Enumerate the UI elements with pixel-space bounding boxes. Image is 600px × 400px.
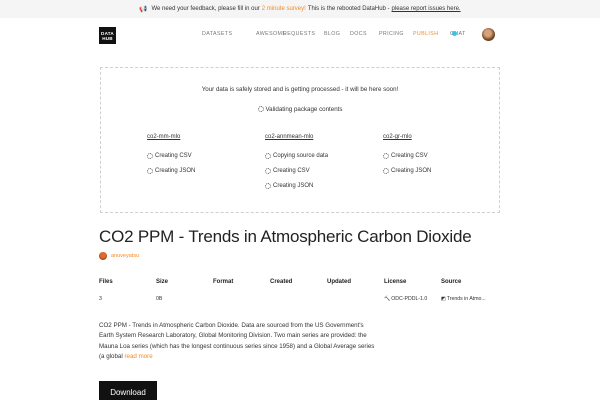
author-avatar <box>99 252 107 260</box>
spinner-icon <box>257 106 264 112</box>
spinner-icon <box>383 152 389 159</box>
author-name: anuveyatsu <box>111 253 140 259</box>
read-more-link[interactable]: read more <box>124 353 152 360</box>
spinner-icon <box>383 167 389 174</box>
nav-docs[interactable]: DOCS <box>350 31 367 37</box>
dataset-title: CO2 PPM - Trends in Atmospheric Carbon D… <box>99 227 472 246</box>
processing-status-panel: Your data is safely stored and is gettin… <box>100 67 500 213</box>
datahub-logo[interactable]: DATA HUB <box>99 27 116 44</box>
task-label: Creating CSV <box>155 152 192 159</box>
banner-text-2: This is the rebooted DataHub - <box>307 6 390 12</box>
resource-column: co2-annmean-mlo Copying source data Crea… <box>265 134 328 193</box>
license-value: ODC-PDDL-1.0 <box>391 296 428 302</box>
header-files: Files <box>99 279 113 285</box>
header-format: Format <box>213 279 234 285</box>
task-row: Creating JSON <box>265 178 328 193</box>
header-updated: Updated <box>327 279 351 285</box>
validating-status: Validating package contents <box>101 106 499 113</box>
header-size: Size <box>156 279 169 285</box>
resource-name[interactable]: co2-annmean-mlo <box>265 134 328 140</box>
task-row: Creating CSV <box>147 148 195 163</box>
dataset-description: CO2 PPM - Trends in Atmospheric Carbon D… <box>99 321 379 362</box>
header-created: Created <box>270 279 293 285</box>
task-label: Creating CSV <box>391 152 428 159</box>
resource-column: co2-gr-mlo Creating CSV Creating JSON <box>383 134 431 178</box>
author-link[interactable]: anuveyatsu <box>99 252 139 260</box>
task-row: Creating CSV <box>265 163 328 178</box>
task-label: Creating JSON <box>391 167 432 174</box>
spinner-icon <box>147 152 153 159</box>
nav-publish[interactable]: PUBLISH <box>413 31 438 37</box>
header-license: License <box>384 279 407 285</box>
external-link-icon: ◩ <box>441 296 446 302</box>
source-link[interactable]: ◩Trends in Atmo... <box>441 296 486 302</box>
task-label: Creating CSV <box>273 167 310 174</box>
spinner-icon <box>265 182 271 189</box>
validating-label: Validating package contents <box>265 106 343 113</box>
nav-datasets[interactable]: DATASETS <box>202 31 232 37</box>
task-row: Creating JSON <box>147 163 195 178</box>
resource-column: co2-mm-mlo Creating CSV Creating JSON <box>147 134 195 178</box>
header-source: Source <box>441 279 462 285</box>
feedback-banner: 📢 We need your feedback, please fill in … <box>0 0 600 18</box>
status-message: Your data is safely stored and is gettin… <box>201 86 399 93</box>
resource-name[interactable]: co2-mm-mlo <box>147 134 195 140</box>
megaphone-icon: 📢 <box>139 6 148 13</box>
survey-link[interactable]: 2 minute survey! <box>262 6 306 12</box>
nav-requests[interactable]: REQUESTS <box>283 31 315 37</box>
spinner-icon <box>265 167 271 174</box>
license-icon: 🔨 <box>384 296 391 302</box>
resource-name[interactable]: co2-gr-mlo <box>383 134 431 140</box>
task-label: Creating JSON <box>273 182 314 189</box>
banner-text: We need your feedback, please fill in ou… <box>151 6 260 12</box>
spinner-icon <box>147 167 153 174</box>
task-label: Copying source data <box>273 152 329 159</box>
task-label: Creating JSON <box>155 167 196 174</box>
nav-pricing[interactable]: PRICING <box>379 31 404 37</box>
task-row: Copying source data <box>265 148 328 163</box>
chat-status-dot <box>452 31 457 36</box>
spinner-icon <box>265 152 271 159</box>
task-row: Creating CSV <box>383 148 431 163</box>
logo-line-2: HUB <box>102 35 113 41</box>
files-value: 3 <box>99 296 102 302</box>
size-value: 0B <box>156 296 163 302</box>
nav-blog[interactable]: BLOG <box>324 31 340 37</box>
report-issues-link[interactable]: please report issues here. <box>392 6 461 12</box>
license-link[interactable]: 🔨ODC-PDDL-1.0 <box>384 296 427 302</box>
nav-awesome[interactable]: AWESOME <box>256 31 286 37</box>
source-value: Trends in Atmo... <box>446 296 486 302</box>
download-button[interactable]: Download <box>99 381 157 400</box>
task-row: Creating JSON <box>383 163 431 178</box>
user-avatar[interactable] <box>482 28 495 41</box>
